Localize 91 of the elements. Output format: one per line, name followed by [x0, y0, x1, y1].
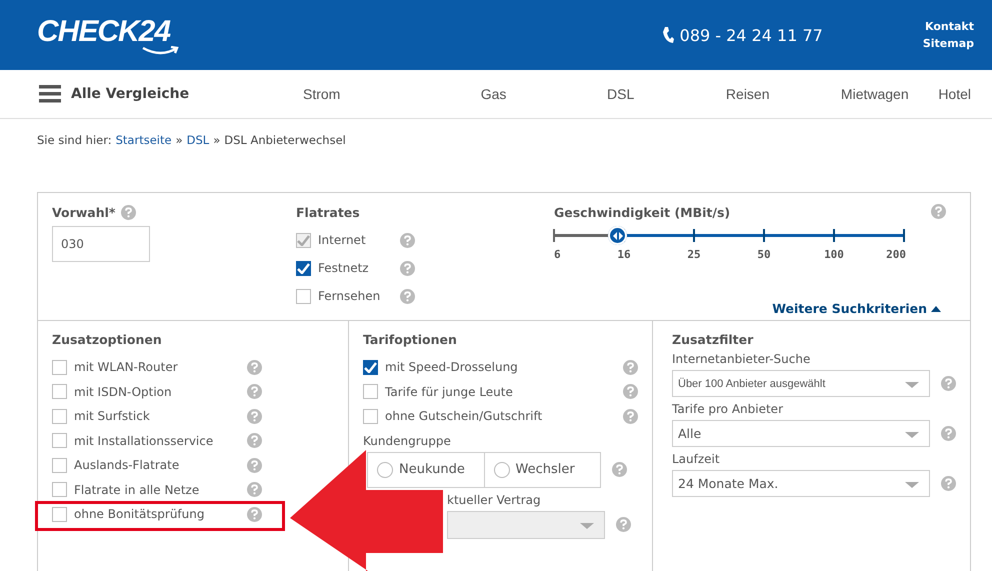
header-link[interactable]: Kontakt	[925, 20, 974, 33]
section-title: Flatrates	[296, 205, 360, 220]
help-icon[interactable]	[931, 204, 946, 219]
field-label: ktueller Vertrag	[447, 492, 541, 506]
help-icon[interactable]	[941, 376, 956, 391]
field-label: Tarife pro Anbieter	[672, 402, 783, 416]
breadcrumb-text: »	[213, 133, 220, 147]
help-icon[interactable]	[941, 476, 956, 491]
menu-icon[interactable]	[39, 85, 61, 103]
help-icon[interactable]	[941, 426, 956, 441]
speed-slider[interactable]	[554, 226, 904, 245]
help-icon[interactable]	[247, 506, 262, 522]
phone-number: 089 - 24 24 11 77	[680, 26, 823, 44]
checkbox-label[interactable]: mit Installationsservice	[74, 434, 247, 448]
checkbox-label[interactable]: ohne Gutschein/Gutschrift	[385, 409, 623, 424]
nav-item[interactable]: Gas	[430, 86, 558, 102]
checkbox[interactable]	[52, 506, 67, 522]
tick-label: 50	[757, 248, 771, 261]
help-icon[interactable]	[400, 288, 415, 304]
dropdown[interactable]: 24 Monate Max.	[672, 470, 930, 497]
tick-label: 16	[617, 248, 631, 261]
checkbox-label[interactable]: Flatrate in alle Netze	[74, 482, 247, 497]
help-icon[interactable]	[612, 462, 627, 477]
checkbox-label[interactable]: mit Surfstick	[74, 409, 247, 424]
help-icon[interactable]	[247, 482, 262, 498]
checkbox[interactable]	[52, 408, 67, 424]
breadcrumb-link[interactable]: Startseite	[116, 133, 172, 147]
help-icon[interactable]	[616, 517, 631, 532]
section-title: Geschwindigkeit (MBit/s)	[554, 205, 730, 220]
radio-option[interactable]: Neukunde	[368, 452, 484, 486]
checkbox-label[interactable]: Fernsehen	[318, 289, 400, 303]
checkbox[interactable]	[363, 360, 378, 375]
breadcrumb-text: »	[176, 133, 183, 147]
help-icon[interactable]	[247, 433, 262, 448]
breadcrumb-text: Sie sind hier:	[37, 133, 112, 147]
dropdown[interactable]: Über 100 Anbieter ausgewählt	[672, 370, 930, 397]
help-icon[interactable]	[247, 458, 262, 473]
section-title: Tarifoptionen	[363, 332, 457, 347]
checkbox-label[interactable]: Festnetz	[318, 261, 400, 275]
field-label: Laufzeit	[672, 452, 720, 466]
breadcrumb-text: DSL Anbieterwechsel	[224, 133, 346, 147]
checkbox[interactable]	[363, 408, 378, 424]
checkbox[interactable]	[363, 384, 378, 400]
logo[interactable]: CHECK24	[37, 15, 170, 49]
smile-icon	[141, 46, 181, 56]
checkbox[interactable]	[296, 288, 311, 304]
tick-label: 100	[824, 248, 844, 261]
tick-label: 25	[687, 248, 701, 261]
checkbox[interactable]	[52, 482, 67, 498]
nav-item[interactable]: DSL	[557, 86, 684, 102]
help-icon[interactable]	[623, 360, 638, 375]
checkbox[interactable]	[296, 260, 311, 276]
phone-icon	[662, 26, 674, 44]
header-link[interactable]: Sitemap	[922, 37, 974, 50]
checkbox-label[interactable]: mit Speed-Drosselung	[385, 360, 623, 374]
nav-item[interactable]: Hotel	[938, 86, 971, 102]
breadcrumb-link[interactable]: DSL	[186, 133, 210, 147]
help-icon[interactable]	[623, 384, 638, 400]
dropdown[interactable]: Alle	[672, 420, 930, 447]
checkbox-label[interactable]: Auslands-Flatrate	[74, 458, 247, 472]
field-label: Kundengruppe	[363, 434, 451, 448]
checkbox-label[interactable]: mit ISDN-Option	[74, 384, 247, 399]
menu-label[interactable]: Alle Vergleiche	[71, 86, 190, 102]
section-title: Zusatzfilter	[672, 332, 754, 347]
help-icon[interactable]	[121, 205, 136, 220]
field-label: Vorwahl*	[52, 205, 116, 220]
checkbox[interactable]	[52, 384, 67, 400]
help-icon[interactable]	[400, 260, 415, 276]
more-criteria-link[interactable]: Weitere Suchkriterien	[772, 301, 927, 316]
help-icon[interactable]	[623, 408, 638, 424]
tick-label: 6	[554, 248, 561, 261]
checkbox[interactable]	[52, 458, 67, 473]
input-field[interactable]: 030	[52, 226, 150, 262]
help-icon[interactable]	[400, 232, 415, 248]
nav-item[interactable]: Mietwagen	[811, 86, 938, 102]
field-label: Internetanbieter-Suche	[672, 352, 810, 366]
checkbox-label[interactable]: Tarife für junge Leute	[385, 384, 623, 399]
nav-item[interactable]: Strom	[291, 86, 430, 102]
caret-up-icon[interactable]	[931, 305, 941, 312]
radio-option[interactable]: Wechsler	[484, 452, 600, 486]
tick-label: 200	[886, 248, 906, 261]
checkbox-label[interactable]: ohne Bonitätsprüfung	[74, 507, 247, 522]
checkbox[interactable]	[52, 360, 67, 375]
section-title: Zusatzoptionen	[52, 332, 162, 347]
help-icon[interactable]	[247, 384, 262, 400]
help-icon[interactable]	[247, 408, 262, 424]
slider-thumb[interactable]	[608, 226, 627, 245]
nav-item[interactable]: Reisen	[684, 86, 812, 102]
checkbox-label[interactable]: mit WLAN-Router	[74, 360, 247, 374]
help-icon[interactable]	[247, 360, 262, 375]
checkbox[interactable]	[52, 433, 67, 448]
